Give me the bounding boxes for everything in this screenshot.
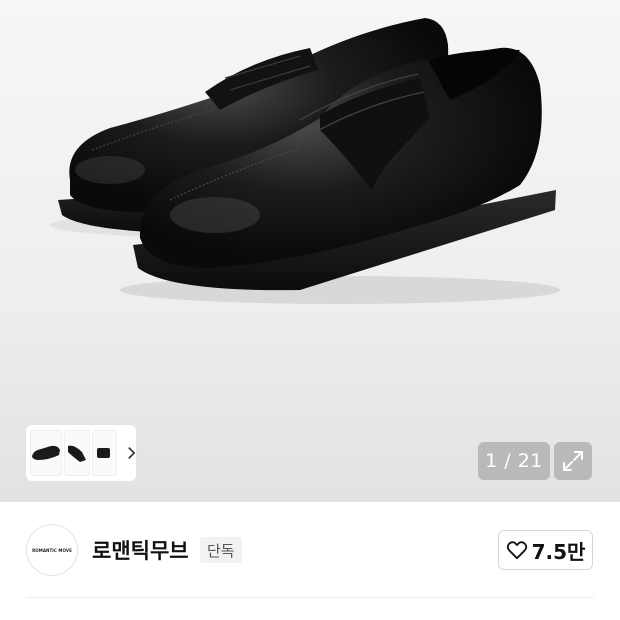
image-counter: 1 / 21 — [478, 442, 550, 480]
loafer-thumbnail-icon — [97, 448, 111, 458]
thumbnail-2[interactable] — [64, 430, 90, 476]
expand-button[interactable] — [554, 442, 592, 480]
divider — [26, 597, 594, 598]
like-button[interactable]: 7.5만 — [498, 530, 593, 570]
loafer-thumbnail-icon — [32, 445, 61, 460]
like-count: 7.5만 — [531, 539, 586, 564]
brand-logo-text: ROMANTIC MOVE — [32, 547, 72, 553]
heart-outline-icon — [506, 541, 527, 560]
thumbnail-3[interactable] — [91, 430, 118, 476]
brand-row: ROMANTIC MOVE 로맨틱무브 단독 7.5만 — [0, 502, 620, 600]
brand-name[interactable]: 로맨틱무브 — [92, 535, 189, 565]
brand-logo[interactable]: ROMANTIC MOVE — [26, 524, 78, 576]
thumbnail-1[interactable] — [30, 430, 63, 476]
chevron-right-icon[interactable] — [127, 446, 136, 460]
exclusive-badge: 단독 — [200, 537, 242, 563]
product-image-gallery[interactable]: 1 / 21 — [0, 0, 620, 502]
loafer-thumbnail-icon — [68, 445, 87, 462]
thumbnail-strip[interactable] — [26, 425, 136, 481]
expand-icon — [563, 451, 583, 471]
